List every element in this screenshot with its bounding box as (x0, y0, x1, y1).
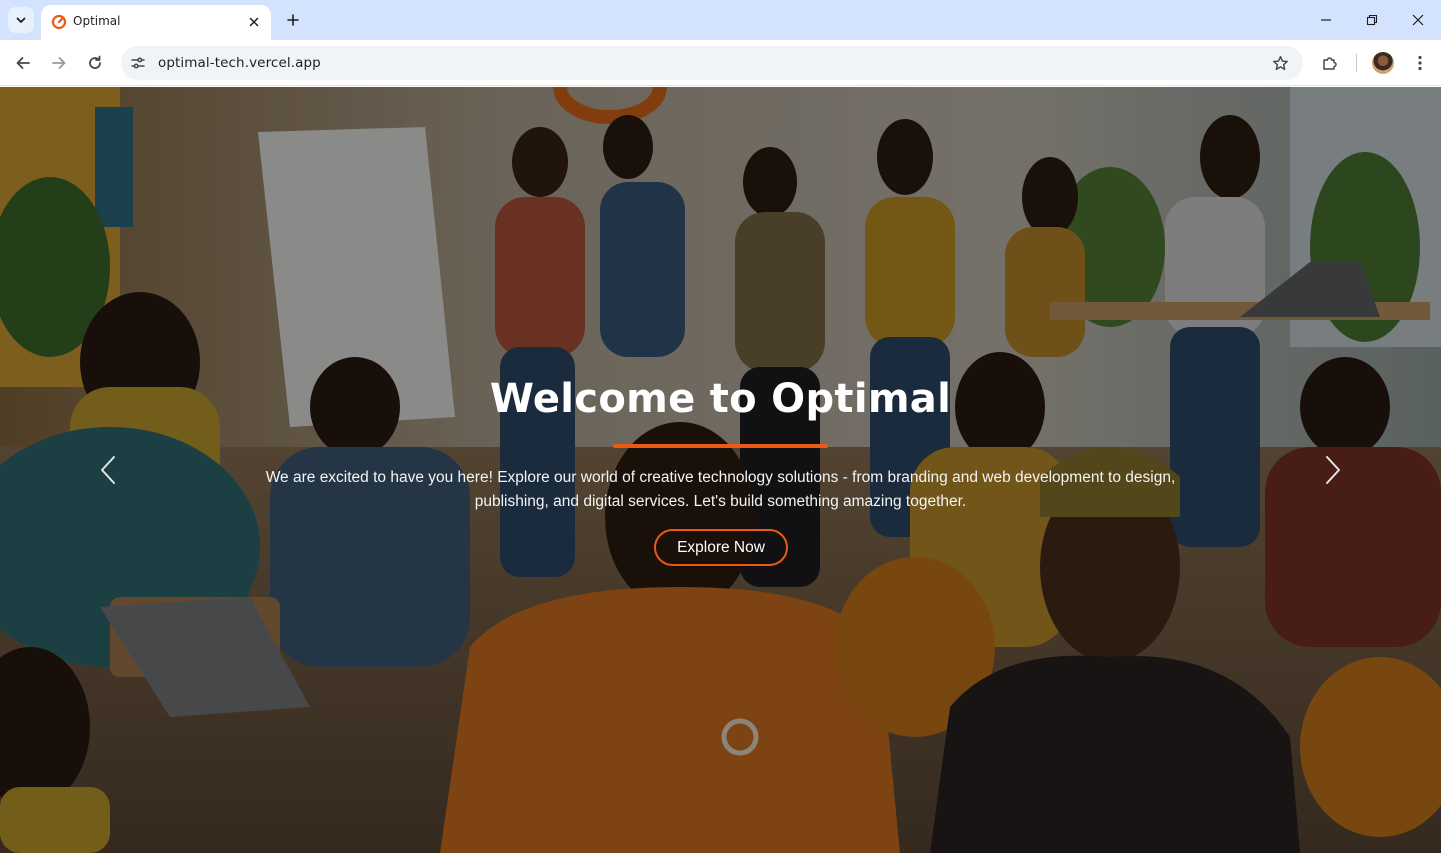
hero-title: Welcome to Optimal (489, 376, 952, 422)
chevron-left-icon (101, 456, 115, 484)
plus-icon (287, 14, 299, 26)
kebab-menu-icon (1418, 55, 1422, 71)
reload-button[interactable] (83, 51, 107, 75)
reload-icon (89, 55, 101, 69)
chevron-down-icon (16, 17, 26, 23)
star-icon (1272, 55, 1288, 70)
carousel-next-button[interactable] (1321, 454, 1345, 486)
puzzle-icon (1323, 57, 1337, 70)
chevron-right-icon (1326, 456, 1340, 484)
bookmark-button[interactable] (1271, 54, 1289, 72)
arrow-left-icon (16, 57, 30, 69)
hero-description: We are excited to have you here! Explore… (265, 469, 1176, 510)
site-info-button[interactable] (129, 54, 147, 72)
close-window-button[interactable] (1406, 8, 1430, 32)
new-tab-button[interactable] (282, 9, 304, 31)
optimal-logo-icon (51, 14, 67, 30)
arrow-right-icon (52, 57, 66, 69)
carousel-prev-button[interactable] (96, 454, 120, 486)
browser-toolbar: optimal-tech.vercel.app (0, 40, 1441, 86)
tab-strip: Optimal (0, 0, 1441, 40)
restore-button[interactable] (1360, 8, 1384, 32)
explore-now-button[interactable]: Explore Now (654, 529, 788, 566)
minimize-button[interactable] (1314, 8, 1338, 32)
active-tab[interactable]: Optimal (41, 5, 271, 40)
address-bar[interactable]: optimal-tech.vercel.app (121, 46, 1303, 80)
tune-icon (131, 57, 145, 69)
hero-section: Welcome to Optimal We are excited to hav… (0, 87, 1441, 853)
extensions-button[interactable] (1318, 51, 1342, 75)
close-icon (1412, 14, 1424, 26)
hero-title-underline (613, 444, 828, 448)
back-button[interactable] (11, 51, 35, 75)
tab-title: Optimal (73, 14, 121, 28)
restore-icon (1366, 14, 1378, 26)
toolbar-divider (1356, 54, 1357, 72)
tab-close-button[interactable] (245, 13, 263, 31)
hero-content: Welcome to Optimal We are excited to hav… (0, 87, 1441, 853)
minimize-icon (1321, 19, 1331, 21)
avatar[interactable] (1372, 52, 1394, 74)
tab-search-button[interactable] (8, 7, 34, 33)
url-text[interactable]: optimal-tech.vercel.app (158, 55, 321, 71)
forward-button[interactable] (47, 51, 71, 75)
close-icon (249, 17, 259, 27)
browser-menu-button[interactable] (1408, 51, 1432, 75)
